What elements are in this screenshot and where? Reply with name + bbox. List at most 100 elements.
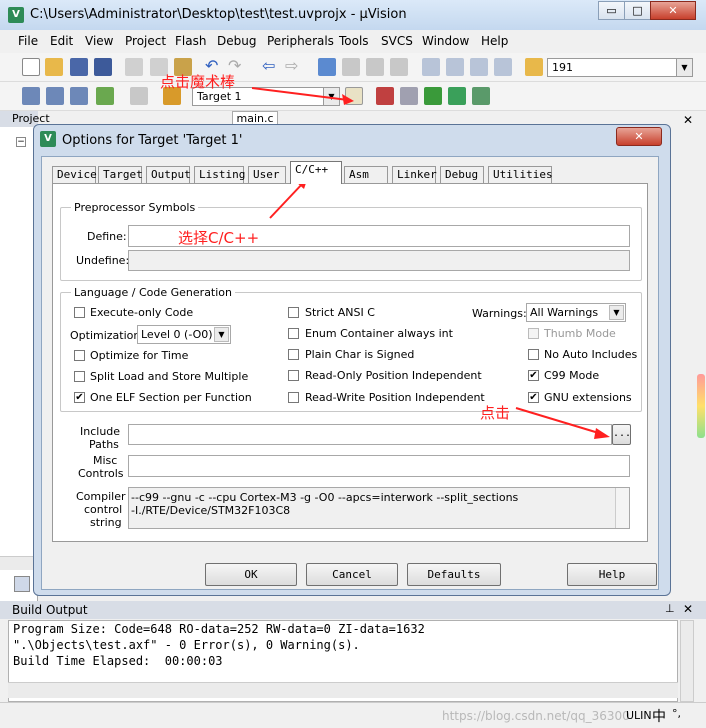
cut-icon[interactable] xyxy=(125,58,143,76)
tree-collapse-icon[interactable]: − xyxy=(16,137,26,147)
unindent-icon[interactable] xyxy=(446,58,464,76)
menu-svcs[interactable]: SVCS xyxy=(381,34,413,48)
tab-listing[interactable]: Listing xyxy=(194,166,245,183)
split-load-checkbox[interactable] xyxy=(74,371,85,382)
ok-button[interactable]: OK xyxy=(205,563,297,586)
chevron-down-icon[interactable]: ▼ xyxy=(609,305,624,320)
rebuild-icon[interactable] xyxy=(70,87,88,105)
chevron-down-icon[interactable]: ▼ xyxy=(214,327,229,342)
stop-build-icon[interactable] xyxy=(130,87,148,105)
include-paths-browse-button[interactable]: ... xyxy=(612,424,631,445)
compiler-string-scrollbar[interactable] xyxy=(615,488,629,528)
dialog-close-button[interactable]: ✕ xyxy=(616,127,662,146)
tab-asm[interactable]: Asm xyxy=(344,166,388,183)
file-extensions-icon[interactable] xyxy=(400,87,418,105)
new-file-icon[interactable] xyxy=(22,58,40,76)
include-label-line1: Include xyxy=(80,425,121,438)
strict-ansi-checkbox[interactable] xyxy=(288,307,299,318)
project-panel-header: Project xyxy=(0,111,50,127)
include-label-line2: Paths xyxy=(89,438,119,451)
undefine-field[interactable] xyxy=(128,250,630,271)
build-output-line: ".\Objects\test.axf" - 0 Error(s), 0 War… xyxy=(13,638,360,652)
menu-debug[interactable]: Debug xyxy=(217,34,256,48)
menu-window[interactable]: Window xyxy=(422,34,469,48)
chevron-down-icon[interactable]: ▼ xyxy=(676,59,692,76)
pack-installer-icon[interactable] xyxy=(472,87,490,105)
plain-char-checkbox[interactable] xyxy=(288,349,299,360)
nav-back-icon[interactable]: ⇦ xyxy=(262,58,280,76)
tab-target[interactable]: Target xyxy=(98,166,143,183)
close-button[interactable]: ✕ xyxy=(650,1,696,20)
optimization-select[interactable]: Level 0 (-O0) ▼ xyxy=(137,325,231,344)
find-combo[interactable]: 191 ▼ xyxy=(547,58,693,77)
nav-forward-icon[interactable]: ⇨ xyxy=(285,58,303,76)
ime-punct-indicator[interactable]: °, xyxy=(672,707,681,720)
maximize-button[interactable]: □ xyxy=(624,1,651,20)
select-packs-icon[interactable] xyxy=(448,87,466,105)
cancel-button[interactable]: Cancel xyxy=(306,563,398,586)
build-output-vscroll[interactable] xyxy=(680,620,694,702)
misc-controls-field[interactable] xyxy=(128,455,630,477)
one-elf-checkbox[interactable]: ✔ xyxy=(74,392,85,403)
build-icon[interactable] xyxy=(46,87,64,105)
tab-utilities[interactable]: Utilities xyxy=(488,166,553,183)
c99-mode-checkbox[interactable]: ✔ xyxy=(528,370,539,381)
menu-tools[interactable]: Tools xyxy=(339,34,369,48)
one-elf-label: One ELF Section per Function xyxy=(90,391,252,404)
editor-close-icon[interactable]: ✕ xyxy=(683,113,693,127)
bookmark-next-icon[interactable] xyxy=(366,58,384,76)
gnu-ext-label: GNU extensions xyxy=(544,391,632,404)
minimize-button[interactable]: ▭ xyxy=(598,1,625,20)
rw-pi-checkbox[interactable] xyxy=(288,392,299,403)
misc-label-line2: Controls xyxy=(78,467,124,480)
no-auto-includes-checkbox[interactable] xyxy=(528,349,539,360)
comment-icon[interactable] xyxy=(470,58,488,76)
menu-help[interactable]: Help xyxy=(481,34,508,48)
execute-only-checkbox[interactable] xyxy=(74,307,85,318)
project-tab-icon[interactable] xyxy=(14,576,30,592)
defaults-button[interactable]: Defaults xyxy=(407,563,501,586)
open-folder-icon[interactable] xyxy=(45,58,63,76)
tab-c-cpp[interactable]: C/C++ xyxy=(290,161,342,184)
manage-project-icon[interactable] xyxy=(376,87,394,105)
warnings-select[interactable]: All Warnings ▼ xyxy=(526,303,626,322)
optimization-label: Optimization: xyxy=(70,329,145,342)
bookmark-icon[interactable] xyxy=(318,58,336,76)
help-button[interactable]: Help xyxy=(567,563,657,586)
editor-scroll-marker xyxy=(697,374,705,438)
menu-project[interactable]: Project xyxy=(125,34,166,48)
indent-icon[interactable] xyxy=(422,58,440,76)
watermark-text: https://blog.csdn.net/qq_36300 xyxy=(442,709,630,723)
tab-device[interactable]: Device xyxy=(52,166,97,183)
find-in-files-icon[interactable] xyxy=(525,58,543,76)
bookmark-prev-icon[interactable] xyxy=(342,58,360,76)
menu-view[interactable]: View xyxy=(85,34,113,48)
manage-rte-icon[interactable] xyxy=(424,87,442,105)
translate-icon[interactable] xyxy=(22,87,40,105)
menu-file[interactable]: File xyxy=(18,34,38,48)
status-bar: https://blog.csdn.net/qq_36300 ULIN 中 °, xyxy=(0,702,706,728)
menu-peripherals[interactable]: Peripherals xyxy=(267,34,334,48)
pin-icon[interactable]: ⊥ xyxy=(665,602,675,615)
menu-edit[interactable]: Edit xyxy=(50,34,73,48)
enum-int-checkbox[interactable] xyxy=(288,328,299,339)
window-controls: ▭ □ ✕ xyxy=(598,1,696,20)
build-output-line: Build Time Elapsed: 00:00:03 xyxy=(13,654,223,668)
tab-output[interactable]: Output xyxy=(146,166,191,183)
bookmark-clear-icon[interactable] xyxy=(390,58,408,76)
batch-build-icon[interactable] xyxy=(96,87,114,105)
build-output-close-icon[interactable]: ✕ xyxy=(683,602,693,616)
tab-linker[interactable]: Linker xyxy=(392,166,437,183)
ime-indicator[interactable]: 中 xyxy=(652,706,666,726)
compiler-string-box[interactable]: --c99 --gnu -c --cpu Cortex-M3 -g -O0 --… xyxy=(128,487,630,529)
window-title: C:\Users\Administrator\Desktop\test\test… xyxy=(30,7,407,22)
ro-pi-checkbox[interactable] xyxy=(288,370,299,381)
gnu-ext-checkbox[interactable]: ✔ xyxy=(528,392,539,403)
tab-debug[interactable]: Debug xyxy=(440,166,484,183)
save-all-icon[interactable] xyxy=(94,58,112,76)
save-icon[interactable] xyxy=(70,58,88,76)
build-output-hscroll[interactable] xyxy=(8,682,678,698)
menu-flash[interactable]: Flash xyxy=(175,34,206,48)
optimize-time-checkbox[interactable] xyxy=(74,350,85,361)
uncomment-icon[interactable] xyxy=(494,58,512,76)
